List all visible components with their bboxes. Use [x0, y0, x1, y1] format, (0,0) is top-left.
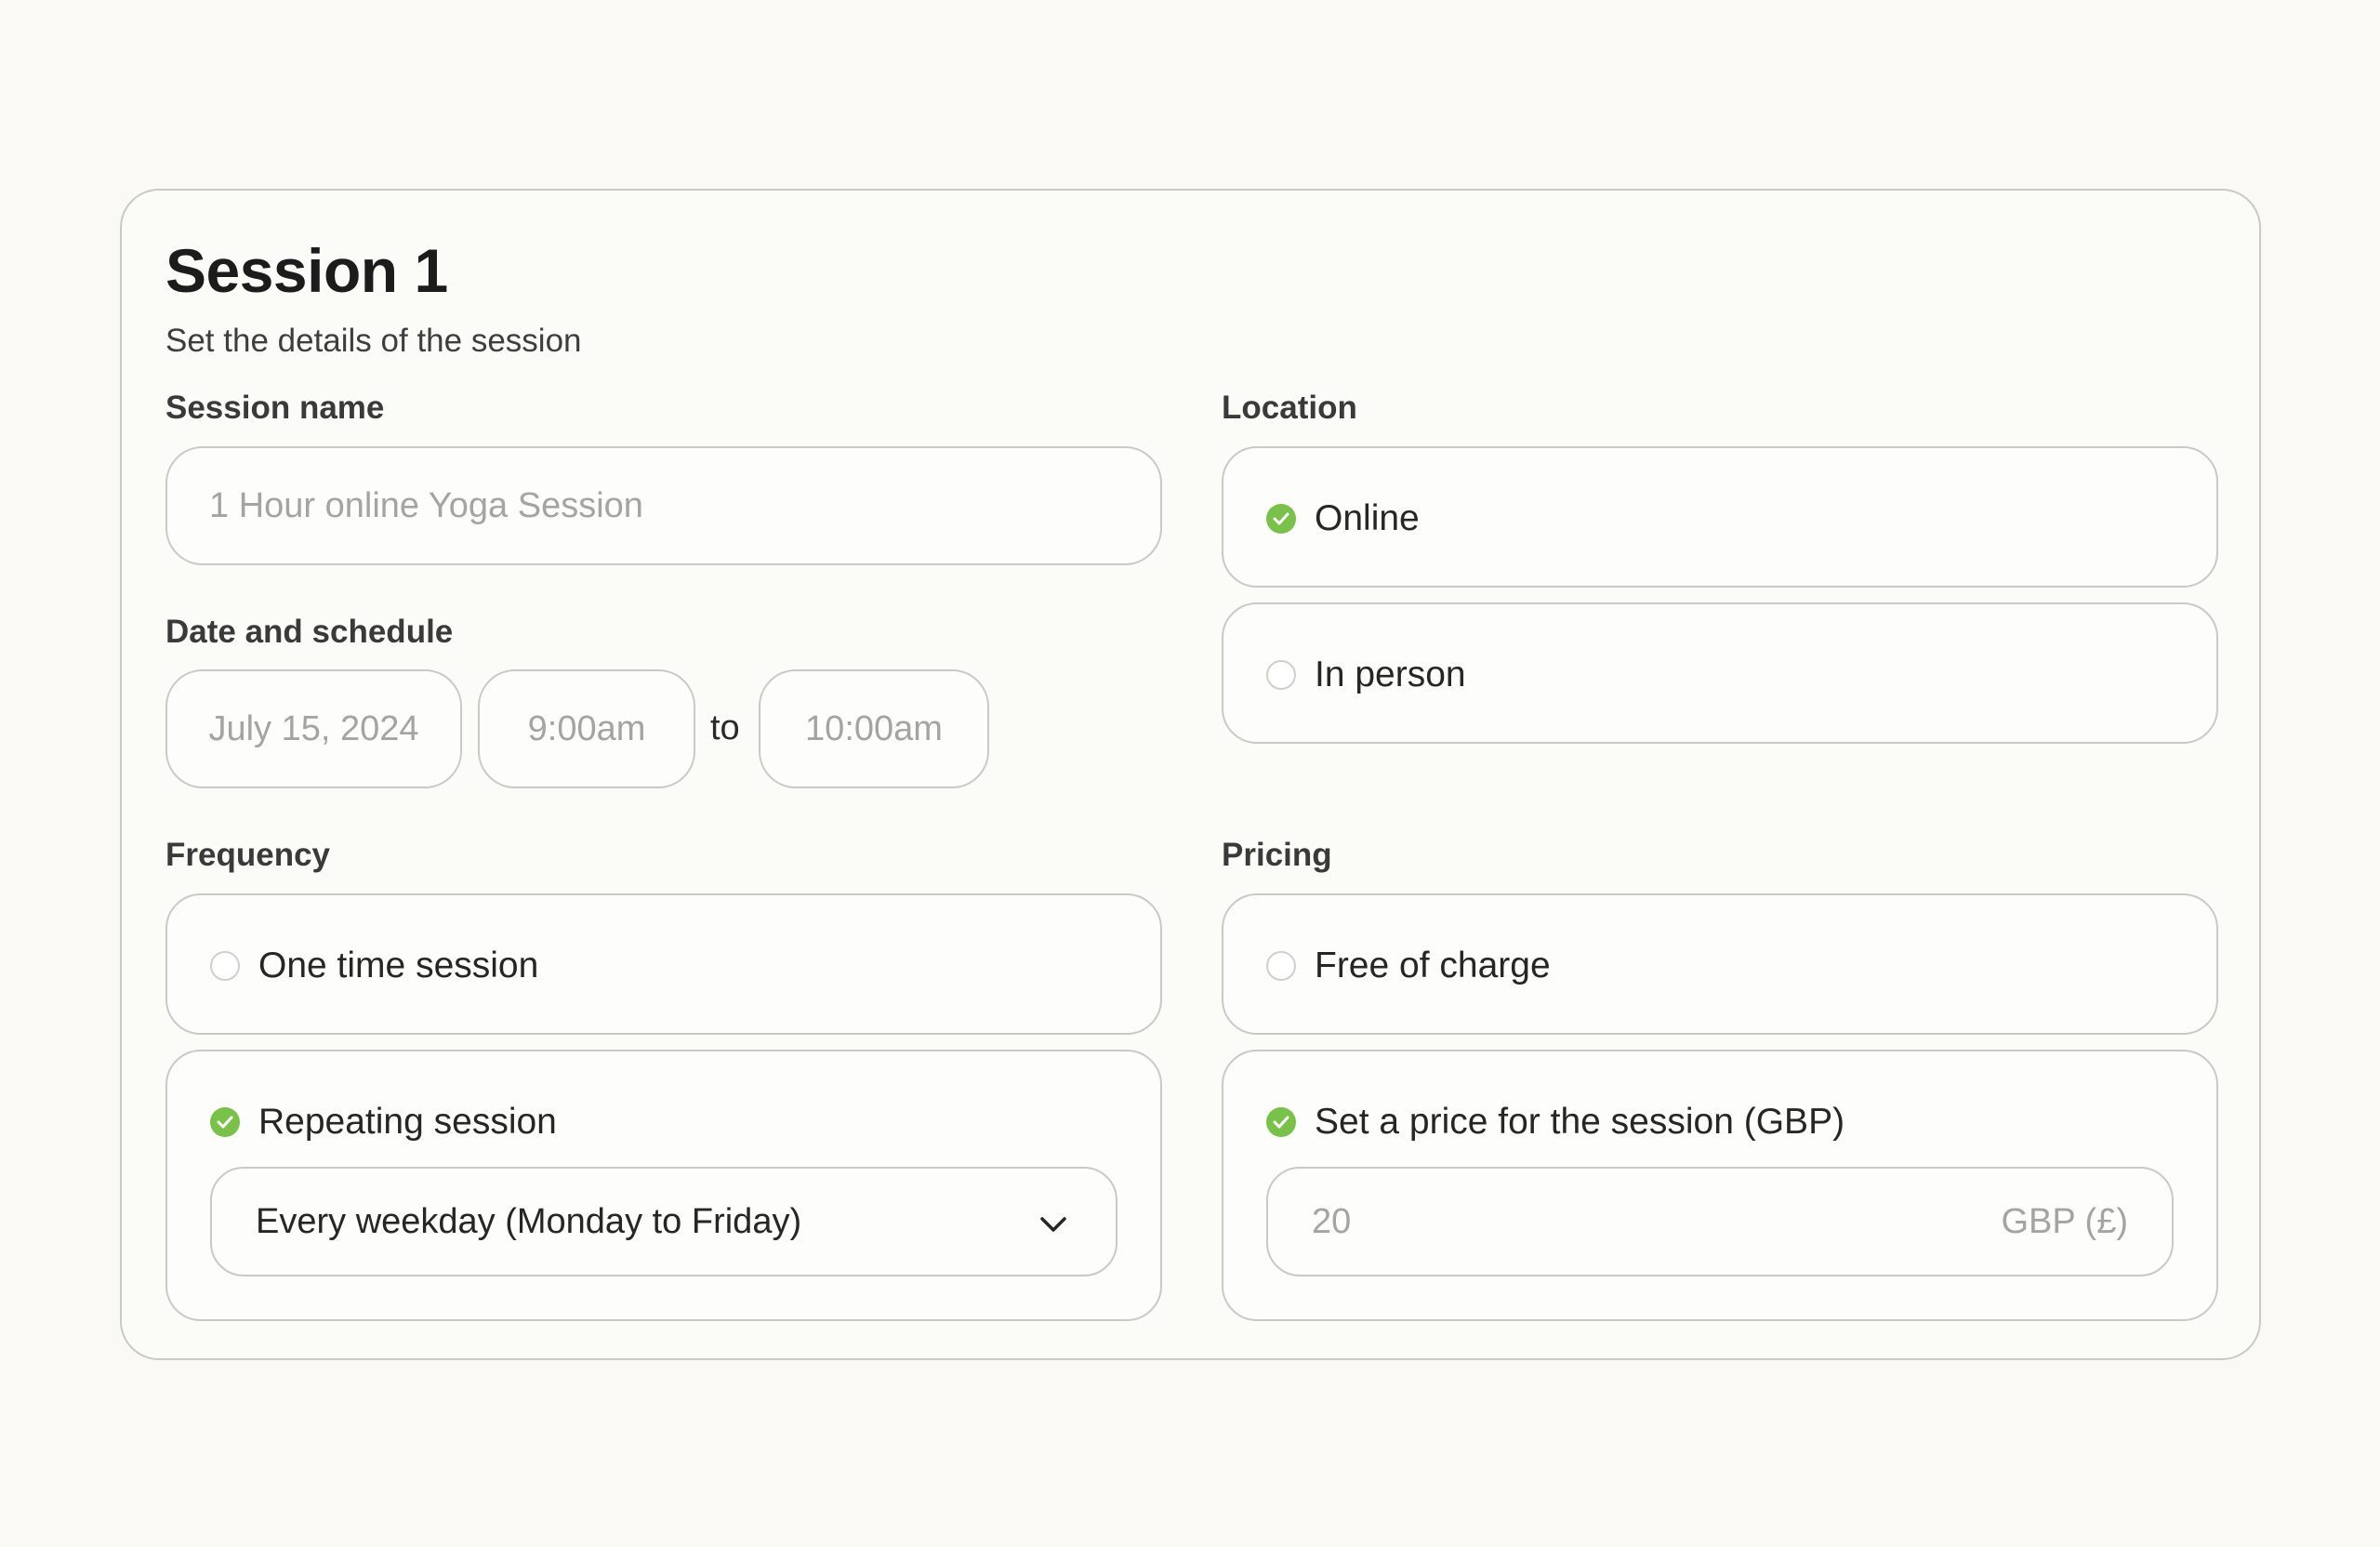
page-subtitle: Set the details of the session [165, 323, 582, 359]
date-value: July 15, 2024 [208, 708, 419, 748]
session-name-placeholder: 1 Hour online Yoga Session [209, 485, 643, 525]
schedule-label: Date and schedule [165, 614, 454, 650]
end-time-value: 10:00am [805, 708, 943, 748]
radio-empty-icon [1266, 660, 1296, 690]
frequency-one-time-label: One time session [258, 945, 539, 985]
check-circle-icon [210, 1107, 240, 1137]
pricing-label: Pricing [1222, 837, 1332, 873]
end-time-input[interactable]: 10:00am [759, 669, 989, 788]
repeat-frequency-value: Every weekday (Monday to Friday) [256, 1201, 802, 1241]
pricing-free-label: Free of charge [1315, 945, 1551, 985]
frequency-option-repeating[interactable]: Repeating session Every weekday (Monday … [165, 1050, 1162, 1321]
location-in-person-label: In person [1315, 654, 1466, 694]
chevron-down-icon [1039, 1202, 1067, 1242]
price-input[interactable]: 20 GBP (£) [1266, 1167, 2174, 1276]
radio-empty-icon [210, 951, 240, 981]
location-option-online[interactable]: Online [1222, 446, 2218, 588]
check-circle-icon [1266, 1107, 1296, 1137]
location-online-label: Online [1315, 498, 1420, 538]
date-input[interactable]: July 15, 2024 [165, 669, 462, 788]
frequency-repeating-label: Repeating session [258, 1102, 557, 1142]
session-name-input[interactable]: 1 Hour online Yoga Session [165, 446, 1162, 565]
pricing-set-price-label: Set a price for the session (GBP) [1315, 1102, 1845, 1142]
location-option-in-person[interactable]: In person [1222, 602, 2218, 744]
frequency-label: Frequency [165, 837, 330, 873]
frequency-option-one-time[interactable]: One time session [165, 893, 1162, 1035]
radio-empty-icon [1266, 951, 1296, 981]
price-placeholder: 20 [1312, 1201, 1352, 1241]
currency-suffix: GBP (£) [2001, 1201, 2128, 1241]
repeat-frequency-select[interactable]: Every weekday (Monday to Friday) [210, 1167, 1117, 1276]
session-name-label: Session name [165, 390, 385, 426]
time-separator: to [710, 708, 740, 747]
page-title: Session 1 [165, 236, 448, 305]
start-time-value: 9:00am [527, 708, 646, 748]
pricing-option-free[interactable]: Free of charge [1222, 893, 2218, 1035]
session-card: Session 1 Set the details of the session… [120, 189, 2261, 1360]
start-time-input[interactable]: 9:00am [478, 669, 695, 788]
check-circle-icon [1266, 504, 1296, 534]
location-label: Location [1222, 390, 1357, 426]
pricing-option-set-price[interactable]: Set a price for the session (GBP) 20 GBP… [1222, 1050, 2218, 1321]
